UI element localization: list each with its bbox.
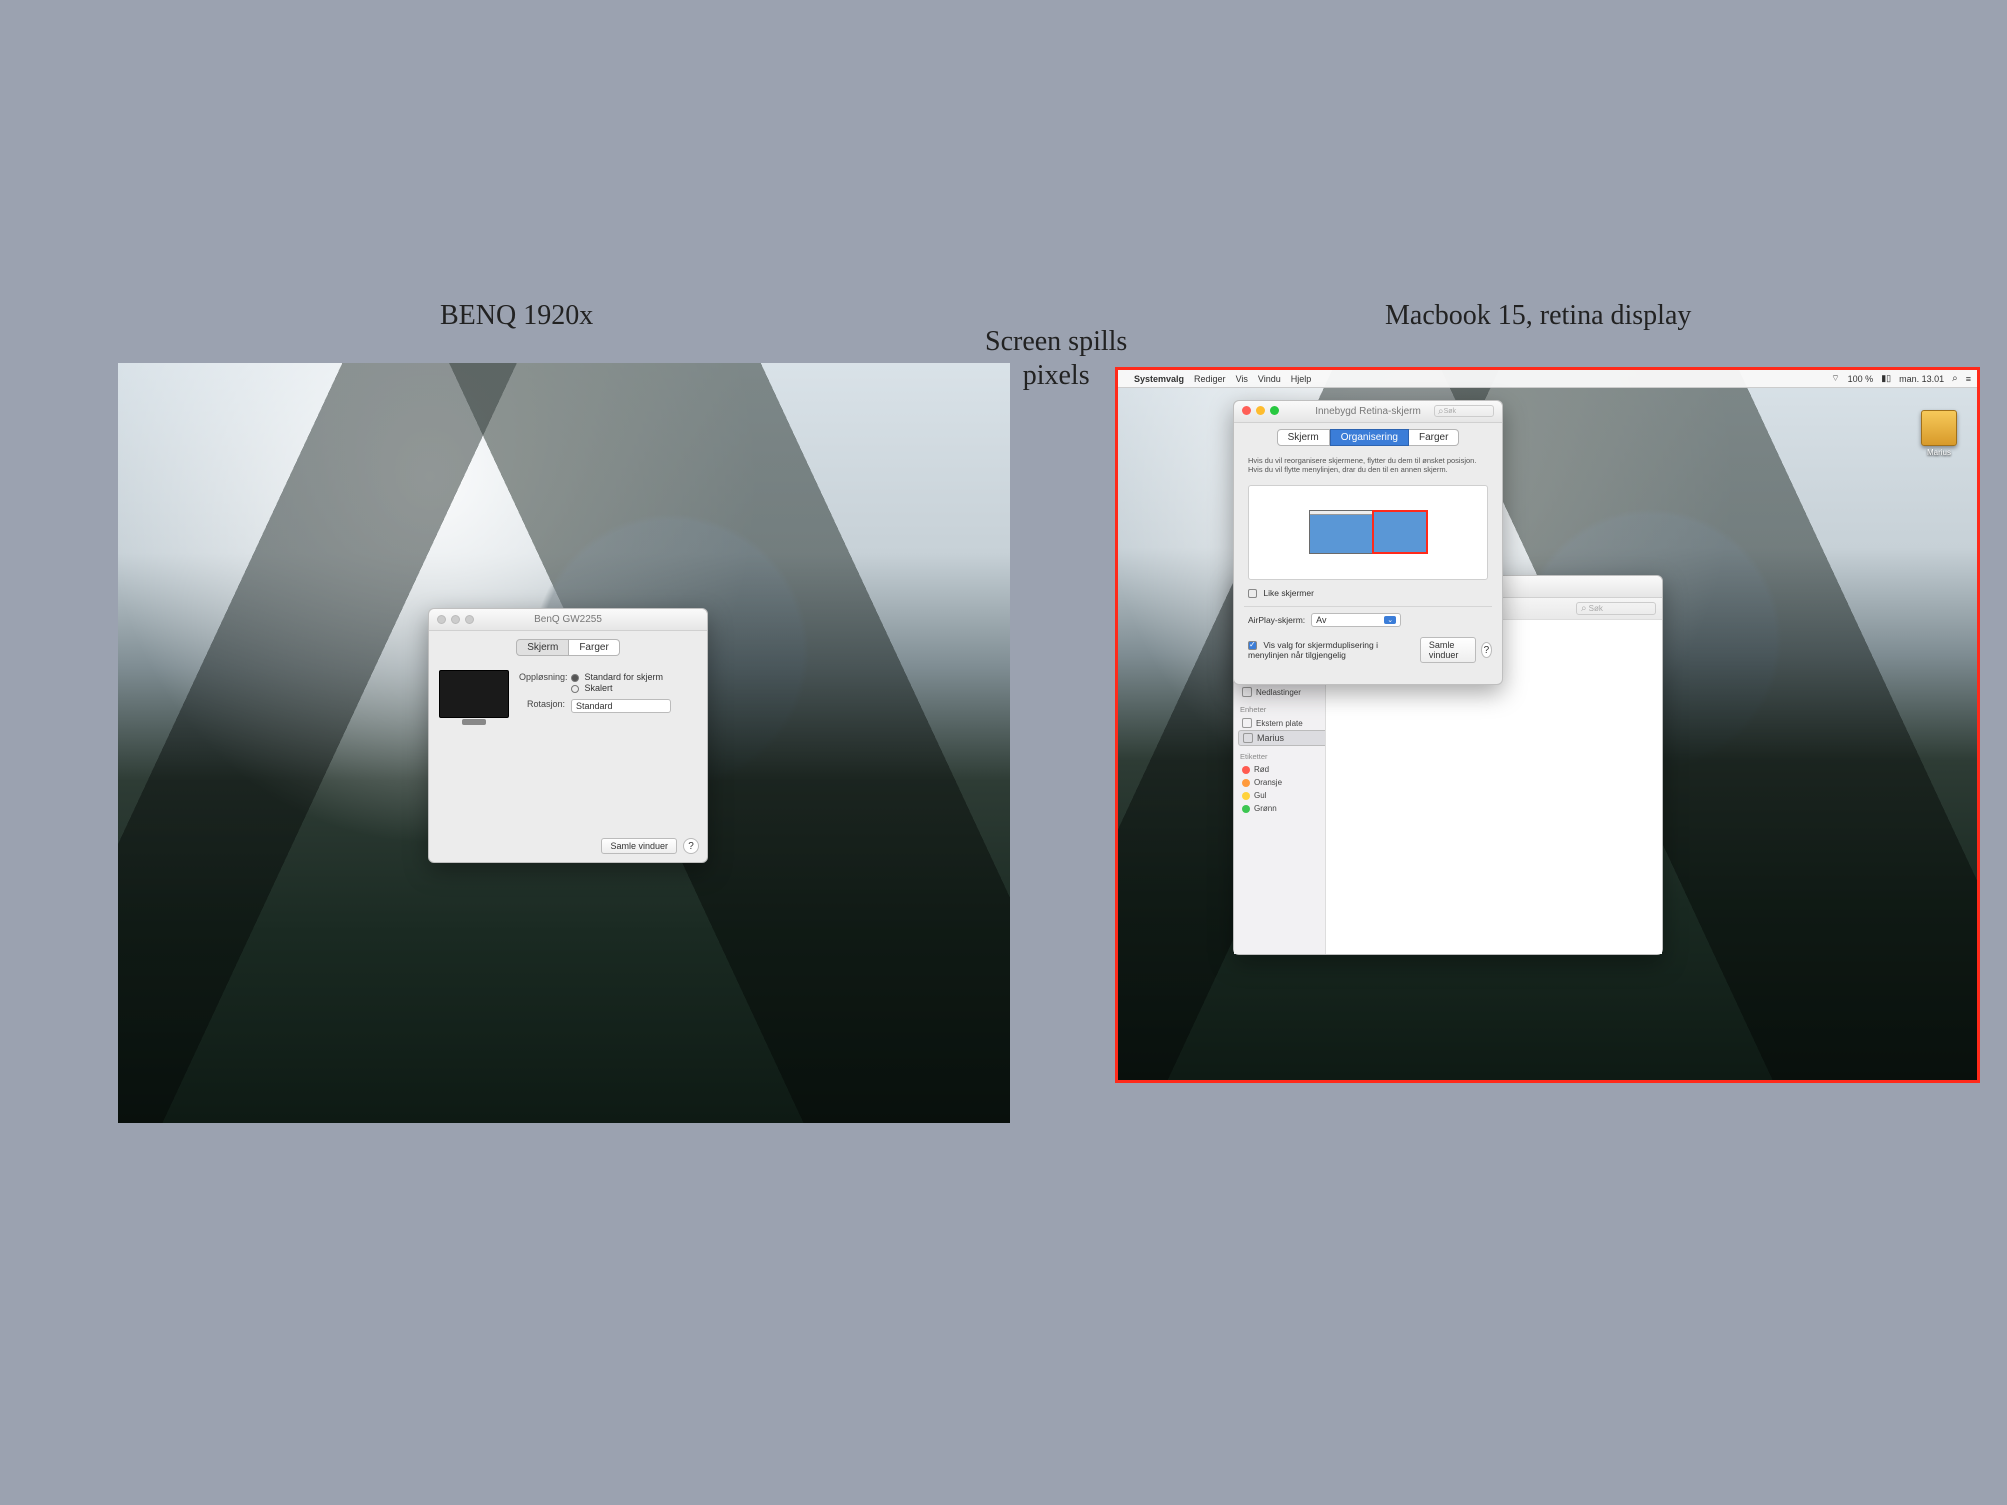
menu-help[interactable]: Hjelp: [1291, 374, 1312, 384]
tag-icon: [1242, 792, 1250, 800]
radio-default-for-display[interactable]: Standard for skjerm: [571, 672, 663, 682]
finder-search-input[interactable]: Søk: [1576, 602, 1656, 615]
display-rect-external[interactable]: [1309, 510, 1373, 554]
sidebar-item-label: Marius: [1257, 733, 1284, 743]
arrangement-canvas[interactable]: [1248, 485, 1488, 580]
prefs-tabs: Skjerm Organisering Farger: [1234, 429, 1502, 446]
radio-icon: [571, 685, 579, 693]
macbook-desktop: Systemvalg Rediger Vis Vindu Hjelp ⌔ 100…: [1115, 367, 1980, 1083]
menu-edit[interactable]: Rediger: [1194, 374, 1226, 384]
sidebar-item-label: Rød: [1254, 765, 1269, 774]
notification-center-icon[interactable]: ≡: [1966, 374, 1971, 384]
sidebar-item-label: Ekstern plate: [1256, 719, 1303, 728]
sidebar-item-downloads[interactable]: Nedlastinger: [1238, 685, 1321, 699]
select-value: Av: [1316, 615, 1326, 625]
window-titlebar[interactable]: BenQ GW2255: [429, 609, 707, 631]
chevron-updown-icon: ⌄: [1384, 616, 1396, 624]
checkbox-icon: [1248, 589, 1257, 598]
battery-text[interactable]: 100 %: [1848, 374, 1874, 384]
search-icon: [1581, 603, 1587, 614]
minimize-icon[interactable]: [451, 615, 460, 624]
rotation-label: Rotasjon:: [519, 699, 565, 709]
checkbox-label: Vis valg for skjermduplisering i menylin…: [1248, 640, 1378, 660]
label-spill-l1: Screen spills: [985, 326, 1127, 357]
desktop-volume-icon[interactable]: Marius: [1921, 410, 1957, 457]
resolution-label: Oppløsning:: [519, 672, 565, 682]
clock[interactable]: man. 13.01: [1899, 374, 1944, 384]
traffic-lights: [1242, 406, 1279, 415]
window-titlebar[interactable]: Innebygd Retina-skjerm Søk: [1234, 401, 1502, 423]
external-disk-icon: [1242, 718, 1252, 728]
volume-label: Marius: [1927, 448, 1951, 457]
checkbox-icon: [1248, 641, 1257, 650]
radio-scaled[interactable]: Skalert: [571, 683, 663, 693]
tag-icon: [1242, 766, 1250, 774]
sidebar-section-tags: Etiketter: [1240, 752, 1319, 761]
monitor-preview-icon: [439, 670, 509, 718]
zoom-icon[interactable]: [465, 615, 474, 624]
airplay-select[interactable]: Av ⌄: [1311, 613, 1401, 627]
traffic-lights: [437, 615, 474, 624]
rotation-select[interactable]: Standard: [571, 699, 671, 713]
gather-windows-button[interactable]: Samle vinduer: [1420, 637, 1476, 663]
label-benq: BENQ 1920x: [440, 300, 593, 332]
sidebar-item-label: Gul: [1254, 791, 1266, 800]
close-icon[interactable]: [1242, 406, 1251, 415]
display-prefs-window-retina[interactable]: Innebygd Retina-skjerm Søk Skjerm Organi…: [1233, 400, 1503, 685]
radio-icon: [571, 674, 579, 682]
spotlight-icon[interactable]: [1952, 373, 1958, 384]
volume-icon: [1921, 410, 1957, 446]
window-title: BenQ GW2255: [534, 614, 602, 625]
airplay-label: AirPlay-skjerm:: [1248, 615, 1305, 625]
external-monitor-desktop: BenQ GW2255 Skjerm Farger Oppløsning: St…: [118, 363, 1010, 1123]
tag-icon: [1242, 779, 1250, 787]
display-prefs-window-benq[interactable]: BenQ GW2255 Skjerm Farger Oppløsning: St…: [428, 608, 708, 863]
sidebar-tag-orange[interactable]: Oransje: [1238, 776, 1321, 789]
search-placeholder: Søk: [1444, 408, 1456, 415]
sidebar-item-label: Oransje: [1254, 778, 1282, 787]
display-rect-builtin[interactable]: [1372, 510, 1428, 554]
menu-view[interactable]: Vis: [1236, 374, 1248, 384]
zoom-icon[interactable]: [1270, 406, 1279, 415]
battery-icon[interactable]: ▮▯: [1881, 373, 1891, 384]
sidebar-tag-yellow[interactable]: Gul: [1238, 789, 1321, 802]
sidebar-item-userdisk[interactable]: Marius: [1238, 730, 1326, 746]
tag-icon: [1242, 805, 1250, 813]
sidebar-tag-red[interactable]: Rød: [1238, 763, 1321, 776]
show-mirroring-checkbox[interactable]: Vis valg for skjermduplisering i menylin…: [1248, 640, 1420, 660]
menu-window[interactable]: Vindu: [1258, 374, 1281, 384]
tab-color[interactable]: Farger: [569, 639, 619, 656]
mirror-displays-checkbox[interactable]: Like skjermer: [1234, 586, 1502, 606]
sidebar-tag-green[interactable]: Grønn: [1238, 802, 1321, 815]
menubar-app-name[interactable]: Systemvalg: [1134, 374, 1184, 384]
menubar-handle[interactable]: [1310, 511, 1372, 515]
search-placeholder: Søk: [1589, 604, 1603, 613]
close-icon[interactable]: [437, 615, 446, 624]
disk-icon: [1243, 733, 1253, 743]
label-macbook: Macbook 15, retina display: [1385, 300, 1691, 332]
tab-color[interactable]: Farger: [1409, 429, 1459, 446]
radio-label: Skalert: [585, 683, 613, 693]
tab-arrangement[interactable]: Organisering: [1330, 429, 1409, 446]
label-spill-l2: pixels: [1023, 360, 1090, 391]
gather-windows-button[interactable]: Samle vinduer: [601, 838, 677, 854]
help-button[interactable]: ?: [1481, 642, 1492, 658]
tab-display[interactable]: Skjerm: [1277, 429, 1330, 446]
prefs-search-input[interactable]: Søk: [1434, 405, 1494, 417]
tab-display[interactable]: Skjerm: [516, 639, 569, 656]
wifi-icon[interactable]: ⌔: [1831, 373, 1839, 384]
arrangement-hint: Hvis du vil reorganisere skjermene, flyt…: [1234, 454, 1502, 481]
sidebar-section-devices: Enheter: [1240, 705, 1319, 714]
checkbox-label: Like skjermer: [1263, 588, 1314, 598]
sidebar-item-label: Nedlastinger: [1256, 688, 1301, 697]
minimize-icon[interactable]: [1256, 406, 1265, 415]
downloads-icon: [1242, 687, 1252, 697]
sidebar-item-label: Grønn: [1254, 804, 1277, 813]
radio-label: Standard for skjerm: [585, 672, 664, 682]
sidebar-item-external[interactable]: Ekstern plate: [1238, 716, 1321, 730]
macos-menubar[interactable]: Systemvalg Rediger Vis Vindu Hjelp ⌔ 100…: [1118, 370, 1977, 388]
prefs-tabs: Skjerm Farger: [429, 639, 707, 656]
help-button[interactable]: ?: [683, 838, 699, 854]
